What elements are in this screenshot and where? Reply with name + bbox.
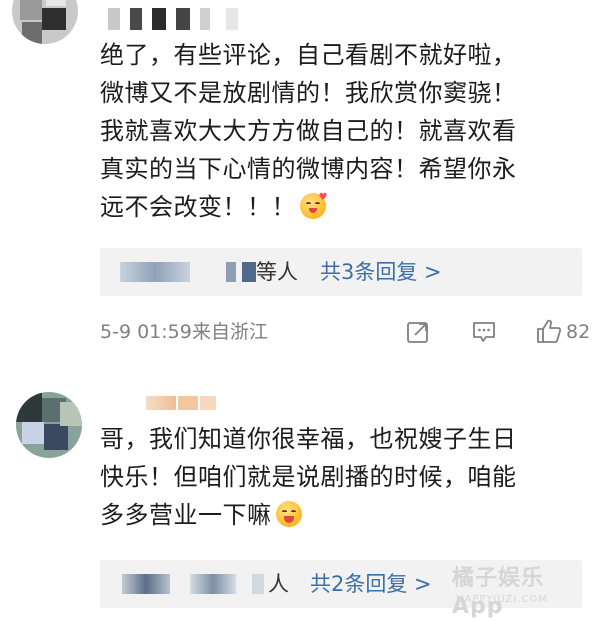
text-line: 微博又不是放剧情的！我欣赏你窦骁！ [100,79,517,107]
reply-count-link[interactable]: 共2条回复 > [310,570,432,598]
tongue-emoji-icon [275,501,302,527]
text-line: 多多营业一下嘛 [100,496,580,534]
avatar[interactable] [16,392,82,458]
username[interactable] [100,6,250,32]
text-line: 远不会改变！！！ ♥ [100,192,328,222]
like-count: 82 [566,321,591,343]
reply-others: 人 [268,572,289,596]
avatar[interactable] [12,0,78,44]
comment-item: 绝了，有些评论，自己看剧不就好啦， 微博又不是放剧情的！我欣赏你窦骁！ 我就喜欢… [0,0,600,360]
text-line: 绝了，有些评论，自己看剧不就好啦， [100,41,517,69]
timestamp: 5-9 01:59 [100,321,192,343]
comment-meta: 5-9 01:59 来自浙江 82 [100,312,590,352]
comment-icon[interactable] [472,320,496,344]
replier-names [120,262,190,282]
text-line: 真实的当下心情的微博内容！希望你永 [100,155,517,183]
share-icon[interactable] [406,320,430,344]
reply-count-link[interactable]: 共3条回复 > [320,258,442,286]
text-line: 哥，我们知道你很幸福，也祝嫂子生日 [100,425,517,453]
reply-others: 等人 [256,260,298,284]
location: 来自浙江 [192,321,269,343]
thumbs-up-icon[interactable] [536,318,562,344]
watermark: 橘子娱乐App HAPPYJUZI.COM [452,565,592,619]
heart-kiss-emoji-icon: ♥ [300,193,327,219]
reply-preview[interactable]: 等人 共3条回复 > [100,248,582,296]
watermark-url: HAPPYJUZI.COM [456,594,548,605]
replier-names [122,574,170,594]
comment-text: 哥，我们知道你很幸福，也祝嫂子生日 快乐！但咱们就是说剧播的时候，咱能 多多营业… [100,420,580,534]
username[interactable] [138,392,228,418]
text-line: 我就喜欢大大方方做自己的！就喜欢看 [100,117,517,145]
comment-text: 绝了，有些评论，自己看剧不就好啦， 微博又不是放剧情的！我欣赏你窦骁！ 我就喜欢… [100,36,580,226]
text-line: 快乐！但咱们就是说剧播的时候，咱能 [100,463,517,491]
